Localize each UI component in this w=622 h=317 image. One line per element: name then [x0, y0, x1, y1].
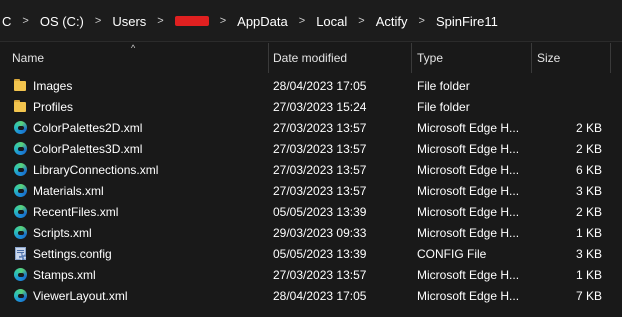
file-row[interactable]: Scripts.xml 29/03/2023 09:33 Microsoft Edg…: [0, 222, 622, 243]
edge-icon: [13, 162, 28, 177]
column-divider[interactable]: [531, 43, 532, 73]
file-date-modified: 28/04/2023 17:05: [273, 289, 367, 303]
file-type: Microsoft Edge H...: [417, 226, 520, 240]
file-date-modified: 28/04/2023 17:05: [273, 79, 367, 93]
file-name: ColorPalettes2D.xml: [33, 121, 143, 135]
file-size: 3 KB: [575, 184, 602, 198]
file-row[interactable]: ColorPalettes3D.xml 27/03/2023 13:57 Micro…: [0, 138, 622, 159]
file-row[interactable]: Materials.xml 27/03/2023 13:57 Microsoft E…: [0, 180, 622, 201]
column-divider[interactable]: [411, 43, 412, 73]
column-header-row: ^ Name Date modified Type Size: [0, 43, 622, 73]
file-size: 6 KB: [575, 163, 602, 177]
breadcrumb: C > OS (C:) > Users > > AppData > Local …: [0, 10, 500, 32]
folder-icon: [13, 78, 28, 93]
file-date-modified: 29/03/2023 09:33: [273, 226, 367, 240]
column-header-type[interactable]: Type: [417, 51, 443, 65]
file-name: ColorPalettes3D.xml: [33, 142, 143, 156]
chevron-right-icon[interactable]: >: [349, 15, 373, 27]
file-date-modified: 27/03/2023 13:57: [273, 268, 367, 282]
file-size: 1 KB: [575, 268, 602, 282]
file-type: Microsoft Edge H...: [417, 163, 520, 177]
file-type: Microsoft Edge H...: [417, 205, 520, 219]
address-bar[interactable]: C > OS (C:) > Users > > AppData > Local …: [0, 0, 622, 42]
file-name: Materials.xml: [33, 184, 104, 198]
breadcrumb-item-local[interactable]: Local: [314, 14, 349, 29]
file-row[interactable]: ViewerLayout.xml 28/04/2023 17:05 Microsof…: [0, 285, 622, 306]
file-date-modified: 27/03/2023 15:24: [273, 100, 367, 114]
file-date-modified: 27/03/2023 13:57: [273, 163, 367, 177]
chevron-right-icon[interactable]: >: [13, 15, 37, 27]
column-header-name[interactable]: Name: [12, 51, 44, 65]
breadcrumb-item-spinfire11[interactable]: SpinFire11: [434, 14, 500, 29]
file-type: Microsoft Edge H...: [417, 289, 520, 303]
file-list: Images 28/04/2023 17:05 File folder Profile…: [0, 75, 622, 306]
file-row[interactable]: LibraryConnections.xml 27/03/2023 13:57 Mi…: [0, 159, 622, 180]
column-header-date-modified[interactable]: Date modified: [273, 51, 347, 65]
edge-icon: [13, 267, 28, 282]
file-row[interactable]: RecentFiles.xml 05/05/2023 13:39 Microsoft…: [0, 201, 622, 222]
chevron-right-icon[interactable]: >: [290, 15, 314, 27]
file-type: File folder: [417, 79, 470, 93]
edge-icon: [13, 225, 28, 240]
column-divider[interactable]: [268, 43, 269, 73]
edge-icon: [13, 183, 28, 198]
file-row[interactable]: Images 28/04/2023 17:05 File folder: [0, 75, 622, 96]
chevron-right-icon[interactable]: >: [86, 15, 110, 27]
file-name: Settings.config: [33, 247, 112, 261]
breadcrumb-item-actify[interactable]: Actify: [374, 14, 410, 29]
file-size: 2 KB: [575, 205, 602, 219]
file-type: Microsoft Edge H...: [417, 121, 520, 135]
file-name: Scripts.xml: [33, 226, 92, 240]
edge-icon: [13, 141, 28, 156]
file-row[interactable]: Profiles 27/03/2023 15:24 File folder: [0, 96, 622, 117]
file-name: Stamps.xml: [33, 268, 96, 282]
config-file-icon: [13, 246, 28, 261]
file-name: Images: [33, 79, 73, 93]
edge-icon: [13, 204, 28, 219]
file-date-modified: 05/05/2023 13:39: [273, 205, 367, 219]
file-name: LibraryConnections.xml: [33, 163, 159, 177]
edge-icon: [13, 288, 28, 303]
column-header-size[interactable]: Size: [537, 51, 560, 65]
file-size: 2 KB: [575, 121, 602, 135]
file-type: Microsoft Edge H...: [417, 184, 520, 198]
column-divider[interactable]: [610, 43, 611, 73]
file-name: Profiles: [33, 100, 74, 114]
file-row[interactable]: Settings.config 05/05/2023 13:39 CONFIG Fi…: [0, 243, 622, 264]
file-size: 7 KB: [575, 289, 602, 303]
file-row[interactable]: ColorPalettes2D.xml 27/03/2023 13:57 Micro…: [0, 117, 622, 138]
edge-icon: [13, 120, 28, 135]
file-type: Microsoft Edge H...: [417, 268, 520, 282]
breadcrumb-item-os-drive[interactable]: OS (C:): [38, 14, 86, 29]
folder-icon: [13, 99, 28, 114]
file-date-modified: 27/03/2023 13:57: [273, 184, 367, 198]
chevron-right-icon[interactable]: >: [148, 15, 172, 27]
file-explorer-window: C > OS (C:) > Users > > AppData > Local …: [0, 0, 622, 317]
file-name: ViewerLayout.xml: [33, 289, 128, 303]
file-size: 3 KB: [575, 247, 602, 261]
chevron-right-icon[interactable]: >: [211, 15, 235, 27]
file-date-modified: 27/03/2023 13:57: [273, 142, 367, 156]
breadcrumb-item-c[interactable]: C: [0, 14, 13, 29]
file-date-modified: 27/03/2023 13:57: [273, 121, 367, 135]
file-size: 1 KB: [575, 226, 602, 240]
file-name: RecentFiles.xml: [33, 205, 119, 219]
file-type: Microsoft Edge H...: [417, 142, 520, 156]
chevron-right-icon[interactable]: >: [410, 15, 434, 27]
breadcrumb-item-users[interactable]: Users: [110, 14, 148, 29]
file-type: CONFIG File: [417, 247, 487, 261]
file-date-modified: 05/05/2023 13:39: [273, 247, 367, 261]
file-type: File folder: [417, 100, 470, 114]
redacted-username[interactable]: [174, 16, 209, 26]
sort-ascending-icon: ^: [131, 43, 136, 53]
breadcrumb-item-appdata[interactable]: AppData: [235, 14, 290, 29]
file-size: 2 KB: [575, 142, 602, 156]
file-row[interactable]: Stamps.xml 27/03/2023 13:57 Microsoft Edge…: [0, 264, 622, 285]
